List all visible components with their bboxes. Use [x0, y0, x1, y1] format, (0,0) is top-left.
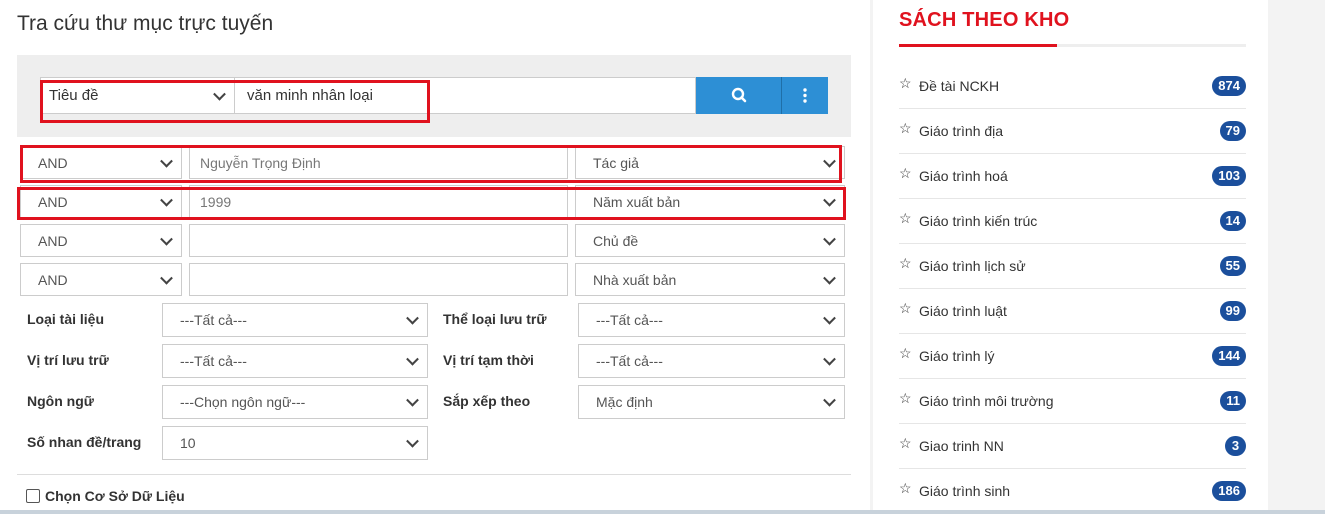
search-panel: Tra cứu thư mục trực tuyến Tiêu đề văn m…	[0, 0, 870, 514]
search-icon	[731, 87, 747, 103]
chevron-down-icon	[823, 232, 836, 246]
count-badge: 874	[1212, 76, 1246, 96]
operator-select-3[interactable]: AND	[20, 224, 182, 257]
count-badge: 103	[1212, 166, 1246, 186]
collection-item[interactable]: ☆ Giáo trình luật 99	[899, 289, 1246, 334]
chevron-down-icon	[160, 271, 173, 285]
count-badge: 14	[1219, 211, 1246, 231]
language-select[interactable]: ---Chọn ngôn ngữ---	[162, 385, 428, 419]
count-badge: 11	[1220, 391, 1246, 411]
chevron-down-icon	[406, 393, 419, 407]
highlight-box-author-row	[20, 145, 842, 183]
chevron-down-icon	[823, 352, 836, 366]
chevron-down-icon	[406, 311, 419, 325]
titles-per-page-label: Số nhan đề/trang	[27, 434, 142, 450]
language-label: Ngôn ngữ	[27, 393, 94, 409]
collection-label: Giáo trình lý	[919, 348, 995, 364]
vertical-dots-icon	[803, 88, 807, 103]
field-select-3[interactable]: Chủ đề	[575, 224, 845, 257]
chevron-down-icon	[823, 393, 836, 407]
collection-item[interactable]: ☆ Giáo trình sinh 186	[899, 469, 1246, 514]
chevron-down-icon	[823, 271, 836, 285]
star-icon: ☆	[899, 210, 912, 226]
sort-select[interactable]: Mặc định	[578, 385, 845, 419]
collection-label: Giáo trình luật	[919, 303, 1007, 319]
collection-label: Giáo trình kiến trúc	[919, 213, 1038, 229]
chevron-down-icon	[406, 434, 419, 448]
doc-type-select[interactable]: ---Tất cả---	[162, 303, 428, 337]
collection-item[interactable]: ☆ Giáo trình hoá 103	[899, 154, 1246, 199]
sort-value: Mặc định	[596, 394, 653, 410]
database-checkbox-label: Chọn Cơ Sở Dữ Liệu	[45, 488, 185, 504]
highlight-box-year-row	[17, 187, 846, 220]
operator-select-4[interactable]: AND	[20, 263, 182, 296]
page-background	[1268, 0, 1325, 514]
temp-location-select[interactable]: ---Tất cả---	[578, 344, 845, 378]
highlight-box-basic-search	[40, 80, 430, 123]
operator-value: AND	[38, 272, 68, 288]
storage-location-label: Vị trí lưu trữ	[27, 352, 109, 368]
collection-item[interactable]: ☆ Giáo trình kiến trúc 14	[899, 199, 1246, 244]
storage-type-select[interactable]: ---Tất cả---	[578, 303, 845, 337]
collection-item[interactable]: ☆ Giáo trình địa 79	[899, 109, 1246, 154]
count-badge: 79	[1219, 121, 1246, 141]
collection-label: Giáo trình sinh	[919, 483, 1011, 499]
sidebar-title: SÁCH THEO KHO	[899, 9, 1070, 31]
subject-input[interactable]	[189, 224, 568, 257]
sort-label: Sắp xếp theo	[443, 393, 531, 409]
star-icon: ☆	[899, 480, 912, 496]
collection-item[interactable]: ☆ Giáo trình lý 144	[899, 334, 1246, 379]
publisher-input[interactable]	[189, 263, 568, 296]
database-checkbox[interactable]	[26, 489, 40, 503]
star-icon: ☆	[899, 300, 912, 316]
collection-label: Giáo trình hoá	[919, 168, 1008, 184]
collection-item[interactable]: ☆ Đề tài NCKH 874	[899, 64, 1246, 109]
collection-label: Giáo trình địa	[919, 123, 1004, 139]
storage-type-label: Thể loại lưu trữ	[443, 311, 547, 327]
sidebar-title-accent	[899, 44, 1057, 47]
titles-per-page-select[interactable]: 10	[162, 426, 428, 460]
divider	[17, 474, 851, 475]
count-badge: 55	[1219, 256, 1246, 276]
count-badge: 3	[1225, 436, 1246, 456]
titles-per-page-value: 10	[180, 435, 196, 451]
star-icon: ☆	[899, 345, 912, 361]
search-button[interactable]	[696, 77, 782, 114]
language-value: ---Chọn ngôn ngữ---	[180, 394, 306, 410]
more-options-button[interactable]	[782, 77, 828, 114]
books-by-collection-sidebar: SÁCH THEO KHO ☆ Đề tài NCKH 874 ☆ Giáo t…	[873, 0, 1268, 514]
star-icon: ☆	[899, 120, 912, 136]
chevron-down-icon	[406, 352, 419, 366]
doc-type-value: ---Tất cả---	[180, 312, 247, 328]
doc-type-label: Loại tài liệu	[27, 311, 105, 327]
star-icon: ☆	[899, 255, 912, 271]
star-icon: ☆	[899, 165, 912, 181]
collection-label: Giáo trình lịch sử	[919, 258, 1026, 274]
chevron-down-icon	[823, 311, 836, 325]
storage-location-value: ---Tất cả---	[180, 353, 247, 369]
star-icon: ☆	[899, 435, 912, 451]
collection-label: Giáo trình môi trường	[919, 393, 1054, 409]
count-badge: 144	[1212, 346, 1246, 366]
storage-location-select[interactable]: ---Tất cả---	[162, 344, 428, 378]
count-badge: 99	[1219, 301, 1246, 321]
count-badge: 186	[1212, 481, 1246, 501]
field-value: Nhà xuất bản	[593, 272, 677, 288]
star-icon: ☆	[899, 75, 912, 91]
field-value: Chủ đề	[593, 233, 639, 249]
chevron-down-icon	[160, 232, 173, 246]
temp-location-value: ---Tất cả---	[596, 353, 663, 369]
star-icon: ☆	[899, 390, 912, 406]
field-select-4[interactable]: Nhà xuất bản	[575, 263, 845, 296]
page-title: Tra cứu thư mục trực tuyến	[17, 12, 274, 35]
collection-item[interactable]: ☆ Giáo trình môi trường 11	[899, 379, 1246, 424]
storage-type-value: ---Tất cả---	[596, 312, 663, 328]
taskbar-strip	[0, 510, 1325, 514]
operator-value: AND	[38, 233, 68, 249]
collection-item[interactable]: ☆ Giao trinh NN 3	[899, 424, 1246, 469]
collection-label: Đề tài NCKH	[919, 78, 1000, 94]
collection-item[interactable]: ☆ Giáo trình lịch sử 55	[899, 244, 1246, 289]
collection-label: Giao trinh NN	[919, 438, 1004, 454]
temp-location-label: Vị trí tạm thời	[443, 352, 534, 368]
